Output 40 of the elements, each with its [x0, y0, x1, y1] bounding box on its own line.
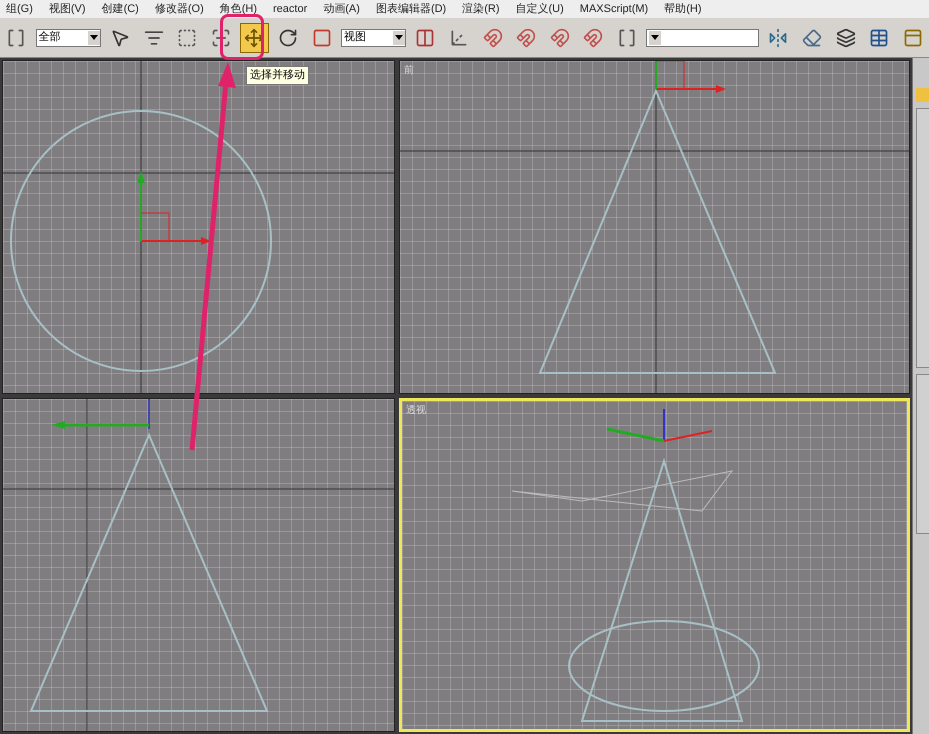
- table-icon: [869, 28, 890, 48]
- layers-icon: [836, 28, 856, 48]
- tooltip: 选择并移动: [246, 66, 309, 84]
- columns-icon: [415, 28, 436, 48]
- square-icon: [312, 28, 332, 48]
- menu-item[interactable]: 动画(A): [323, 0, 360, 18]
- highlight-frame: [220, 14, 264, 60]
- magnet-icon: [516, 28, 536, 48]
- dropdown-field[interactable]: 视图: [341, 28, 406, 46]
- menu-item[interactable]: 图表编辑器(D): [376, 0, 446, 18]
- menu-item[interactable]: 帮助(H): [664, 0, 702, 18]
- tool-button[interactable]: [240, 22, 269, 52]
- menu-item[interactable]: 渲染(R): [462, 0, 500, 18]
- caret-icon: [88, 30, 100, 44]
- magnet-icon: [482, 28, 503, 48]
- caret-icon: [393, 30, 406, 44]
- dropdown-field[interactable]: 全部: [36, 28, 101, 46]
- mirror-icon: [768, 28, 788, 48]
- menu-item[interactable]: 视图(V): [48, 0, 86, 18]
- dashed-frame-icon: [210, 28, 231, 48]
- magnet-icon: [583, 28, 604, 48]
- menu-item[interactable]: 修改器(O): [154, 0, 204, 18]
- menu-item[interactable]: 角色(H): [220, 0, 258, 18]
- panel-icon: [902, 28, 923, 48]
- dropdown-field[interactable]: [646, 28, 759, 46]
- eraser-icon: [802, 28, 822, 48]
- menu-item[interactable]: 自定义(U): [516, 0, 564, 18]
- rotate-icon: [278, 28, 298, 48]
- move-gizmo-drawing[interactable]: [51, 399, 150, 429]
- dashed-square-icon: [177, 28, 198, 48]
- menu-item[interactable]: MAXScript(M): [580, 0, 648, 18]
- viewport[interactable]: [2, 60, 395, 394]
- menu-item[interactable]: 组(G): [6, 0, 33, 18]
- axis-icon: [448, 28, 469, 48]
- magnet-icon: [550, 28, 570, 48]
- brackets-icon: [616, 28, 637, 48]
- menu-item[interactable]: reactor: [273, 0, 308, 18]
- pointer-icon: [110, 28, 130, 48]
- menu-item[interactable]: 创建(C): [102, 0, 139, 18]
- caret-icon: [649, 30, 662, 44]
